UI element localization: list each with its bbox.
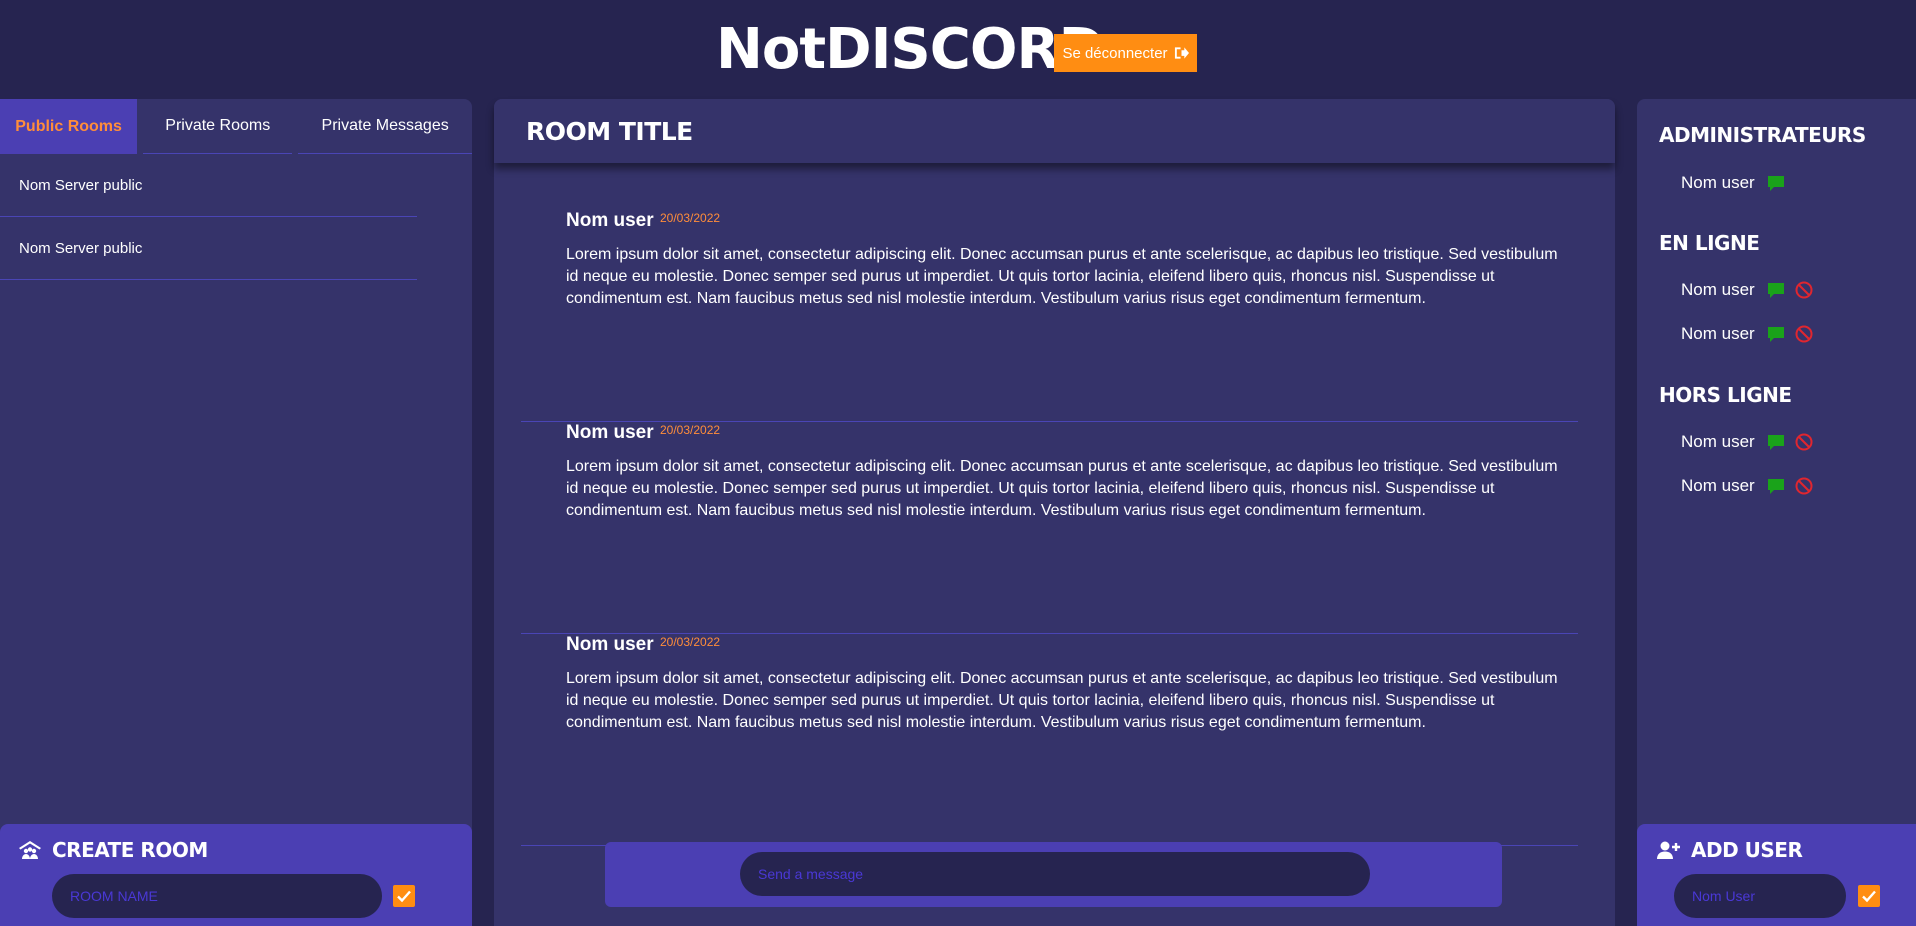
members-panel: ADMINISTRATEURS Nom user EN LIGNE Nom us… xyxy=(1637,99,1916,926)
chat-icon[interactable] xyxy=(1767,281,1785,299)
message-date: 20/03/2022 xyxy=(660,211,721,225)
message-text: Lorem ipsum dolor sit amet, consectetur … xyxy=(566,458,1558,519)
message-date: 20/03/2022 xyxy=(660,635,721,649)
message-item: Nom user 20/03/2022 Lorem ipsum dolor si… xyxy=(521,210,1578,422)
member-row: Nom user xyxy=(1681,324,1813,344)
ban-icon[interactable] xyxy=(1795,477,1813,495)
message-item: Nom user 20/03/2022 Lorem ipsum dolor si… xyxy=(521,422,1578,634)
sign-out-icon xyxy=(1174,47,1189,59)
section-title-admins: ADMINISTRATEURS xyxy=(1659,123,1866,147)
message-input[interactable] xyxy=(740,852,1370,896)
user-plus-icon xyxy=(1657,841,1680,859)
add-user-heading: ADD USER xyxy=(1657,838,1803,862)
rooms-panel: Public Rooms Private Rooms Private Messa… xyxy=(0,99,472,926)
member-row: Nom user xyxy=(1681,476,1813,496)
add-user-title: ADD USER xyxy=(1691,838,1803,862)
add-user-form: ADD USER xyxy=(1637,824,1916,926)
message-text: Lorem ipsum dolor sit amet, consectetur … xyxy=(566,670,1558,731)
tab-private-messages[interactable]: Private Messages xyxy=(298,99,472,154)
logout-label: Se déconnecter xyxy=(1062,44,1168,62)
app-header: NotDISCORD Se déconnecter xyxy=(0,0,1916,100)
room-name-input[interactable] xyxy=(52,874,382,918)
add-user-submit[interactable] xyxy=(1858,885,1880,907)
message-date: 20/03/2022 xyxy=(660,423,721,437)
rooms-tabs: Public Rooms Private Rooms Private Messa… xyxy=(0,99,472,154)
people-roof-icon xyxy=(19,841,41,859)
create-room-title: CREATE ROOM xyxy=(52,838,208,862)
create-room-submit[interactable] xyxy=(393,885,415,907)
member-name[interactable]: Nom user xyxy=(1681,280,1755,300)
add-user-input[interactable] xyxy=(1674,874,1846,918)
message-composer xyxy=(605,842,1502,907)
message-item: Nom user 20/03/2022 Lorem ipsum dolor si… xyxy=(521,634,1578,846)
ban-icon[interactable] xyxy=(1795,281,1813,299)
member-name[interactable]: Nom user xyxy=(1681,432,1755,452)
member-name[interactable]: Nom user xyxy=(1681,476,1755,496)
chat-icon[interactable] xyxy=(1767,174,1785,192)
create-room-form: CREATE ROOM xyxy=(0,824,472,926)
room-item[interactable]: Nom Server public xyxy=(0,154,417,217)
check-icon xyxy=(1862,890,1876,903)
chat-panel: ROOM TITLE Nom user 20/03/2022 Lorem ips… xyxy=(494,99,1615,926)
chat-icon[interactable] xyxy=(1767,477,1785,495)
member-row: Nom user xyxy=(1681,280,1813,300)
member-row: Nom user xyxy=(1681,432,1813,452)
chat-icon[interactable] xyxy=(1767,325,1785,343)
section-title-online: EN LIGNE xyxy=(1659,231,1760,255)
room-item[interactable]: Nom Server public xyxy=(0,217,417,280)
create-room-heading: CREATE ROOM xyxy=(18,838,208,862)
chat-icon[interactable] xyxy=(1767,433,1785,451)
check-icon xyxy=(397,890,411,903)
app-logo: NotDISCORD xyxy=(716,17,1105,82)
member-name[interactable]: Nom user xyxy=(1681,173,1755,193)
room-title: ROOM TITLE xyxy=(494,99,1615,163)
room-list: Nom Server public Nom Server public xyxy=(0,154,472,280)
ban-icon[interactable] xyxy=(1795,433,1813,451)
message-author[interactable]: Nom user xyxy=(566,634,654,656)
section-title-offline: HORS LIGNE xyxy=(1659,383,1792,407)
message-author[interactable]: Nom user xyxy=(566,422,654,444)
tab-public-rooms[interactable]: Public Rooms xyxy=(0,99,138,154)
tab-private-rooms[interactable]: Private Rooms xyxy=(143,99,293,154)
message-author[interactable]: Nom user xyxy=(566,210,654,232)
logout-button[interactable]: Se déconnecter xyxy=(1054,34,1197,72)
ban-icon[interactable] xyxy=(1795,325,1813,343)
message-text: Lorem ipsum dolor sit amet, consectetur … xyxy=(566,246,1558,307)
member-row: Nom user xyxy=(1681,173,1785,193)
member-name[interactable]: Nom user xyxy=(1681,324,1755,344)
